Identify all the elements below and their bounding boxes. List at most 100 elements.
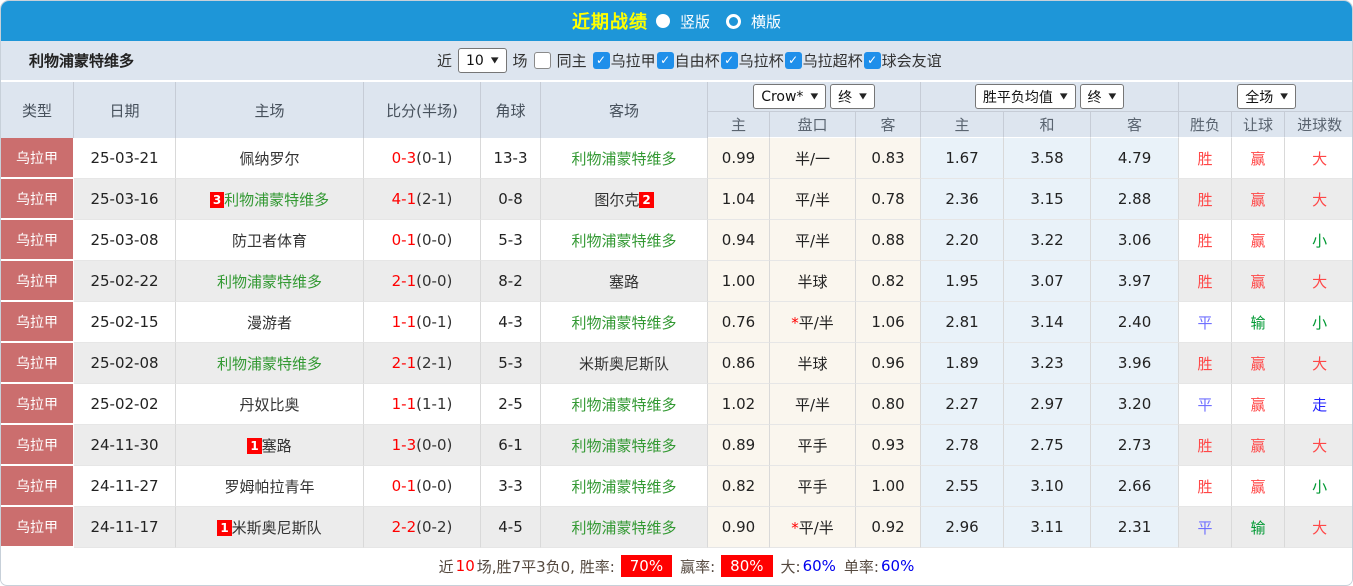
col-header-eu-away: 客 [1091,112,1180,138]
horizontal-layout-radio[interactable] [726,13,741,29]
near-label: 近 [437,52,453,70]
home-team-cell: 3 利物浦蒙特维多 [176,179,364,220]
red-card-badge: 2 [639,191,654,208]
goals-result-cell: 大 [1285,179,1352,220]
score-cell: 2-2(0-2) [364,507,481,548]
col-header-score: 比分(半场) [364,82,481,138]
full-time-score: 4-1 [391,190,417,208]
asia-home-odds-cell: 0.76 [708,302,770,343]
goals-result-cell: 走 [1285,384,1352,425]
eu-odds-group-header: 胜平负均值 ▼ 终 ▼ [921,82,1180,112]
chevron-down-icon: ▼ [859,92,867,101]
asia-odds-time-select[interactable]: 终 ▼ [830,84,875,109]
col-header-handicap: 盘口 [770,112,856,138]
result-cell: 胜 [1179,466,1233,507]
corners-cell: 8-2 [481,261,541,302]
handicap-result-cell: 赢 [1232,425,1286,466]
date-cell: 24-11-30 [74,425,176,466]
league-checkbox-1[interactable]: ✓ [656,52,674,69]
away-team-cell: 利物浦蒙特维多 [541,425,708,466]
league-checkbox-2[interactable]: ✓ [720,52,738,69]
date-cell: 24-11-17 [74,507,176,548]
eu-draw-odds-cell: 3.15 [1004,179,1092,220]
asia-home-odds-cell: 1.04 [708,179,770,220]
eu-home-odds-cell: 1.89 [921,343,1005,384]
team-name-text: 利物浦蒙特维多 [571,231,677,250]
eu-home-odds-cell: 2.81 [921,302,1005,343]
league-label-1: 自由杯 [674,52,720,70]
scope-select[interactable]: 全场 ▼ [1237,84,1296,109]
eu-away-odds-cell: 2.88 [1091,179,1180,220]
eu-odds-source-select[interactable]: 胜平负均值 ▼ [974,84,1076,109]
eu-home-odds-cell: 2.55 [921,466,1005,507]
league-checkbox-3[interactable]: ✓ [784,52,802,69]
match-row: 乌拉甲 25-03-16 3 利物浦蒙特维多 4-1(2-1) 0-8 图尔克 2 1.04 平/… [1,179,1352,220]
col-header-result: 胜负 [1179,112,1233,138]
team-name-text: 利物浦蒙特维多 [224,190,330,209]
match-row: 乌拉甲 24-11-27 罗姆帕拉青年 0-1(0-0) 3-3 利物浦蒙特维多 0.82 平… [1,466,1352,507]
full-time-score: 2-2 [391,518,417,536]
asia-away-odds-cell: 1.00 [856,466,922,507]
col-header-goals: 进球数 [1285,112,1352,138]
goals-result-cell: 大 [1285,343,1352,384]
filter-bar: 利物浦蒙特维多 近 10 ▼ 场 同主 ✓ 乌拉甲 ✓ 自由杯 ✓ 乌拉杯 ✓ 乌拉超杯 ✓ 球会友… [1,41,1352,82]
league-checkbox-4[interactable]: ✓ [863,52,881,69]
home-team-cell: 漫游者 [176,302,364,343]
red-card-badge: 3 [209,191,225,208]
team-name-text: 米斯奥尼斯队 [578,354,669,373]
score-cell: 1-3(0-0) [364,425,481,466]
panel-title: 近期战绩 [571,12,648,33]
league-cell: 乌拉甲 [1,507,74,548]
eu-odds-time-select[interactable]: 终 ▼ [1079,84,1125,109]
home-team-cell: 佩纳罗尔 [176,138,364,179]
league-cell: 乌拉甲 [1,220,74,261]
score-cell: 2-1(2-1) [364,343,481,384]
handicap-cell: 半/一 [770,138,856,179]
match-row: 乌拉甲 25-02-08 利物浦蒙特维多 2-1(2-1) 5-3 米斯奥尼斯队 0.86 半… [1,343,1352,384]
corners-cell: 13-3 [481,138,541,179]
match-row: 乌拉甲 25-03-08 防卫者体育 0-1(0-0) 5-3 利物浦蒙特维多 0.94 平/… [1,220,1352,261]
eu-away-odds-cell: 3.96 [1091,343,1180,384]
match-row: 乌拉甲 25-03-21 佩纳罗尔 0-3(0-1) 13-3 利物浦蒙特维多 0.99 半/… [1,138,1352,179]
full-time-score: 0-1 [391,231,417,249]
goals-result-cell: 大 [1285,261,1352,302]
asia-home-odds-cell: 0.99 [708,138,770,179]
eu-home-odds-cell: 2.78 [921,425,1005,466]
asia-odds-group-header: Crow* ▼ 终 ▼ [708,82,922,112]
half-time-score: (0-1) [416,313,453,331]
half-time-score: (2-1) [416,354,453,372]
match-row: 乌拉甲 25-02-15 漫游者 1-1(0-1) 4-3 利物浦蒙特维多 0.76 *平/半… [1,302,1352,343]
full-time-score: 1-1 [391,395,417,413]
summary-bar: 近 10 场,胜7平3负0, 胜率: 70% 赢率: 80% 大: 60% 单率: 60… [1,548,1352,584]
date-cell: 25-02-02 [74,384,176,425]
score-cell: 1-1(1-1) [364,384,481,425]
asia-away-odds-cell: 0.92 [856,507,922,548]
date-cell: 25-03-08 [74,220,176,261]
handicap-cell: 平手 [770,425,856,466]
score-cell: 1-1(0-1) [364,302,481,343]
same-home-checkbox[interactable] [533,52,551,69]
league-checkbox-0[interactable]: ✓ [592,52,610,69]
summary-near-label: 近 [438,557,454,576]
corners-cell: 4-3 [481,302,541,343]
vertical-layout-radio[interactable] [655,14,670,28]
team-name-text: 塞路 [261,436,292,455]
corners-cell: 4-5 [481,507,541,548]
date-cell: 24-11-27 [74,466,176,507]
corners-cell: 3-3 [481,466,541,507]
match-count-select[interactable]: 10 ▼ [458,48,507,73]
handicap-cell: 平/半 [770,179,856,220]
team-name-text: 漫游者 [246,313,292,332]
team-name-text: 利物浦蒙特维多 [571,395,677,414]
league-label-2: 乌拉杯 [738,52,784,70]
vertical-layout-label: 竖版 [679,12,710,31]
eu-draw-odds-cell: 3.10 [1004,466,1092,507]
away-team-cell: 利物浦蒙特维多 [541,384,708,425]
away-team-cell: 利物浦蒙特维多 [541,466,708,507]
handicap-result-cell: 输 [1232,507,1286,548]
half-time-score: (0-0) [416,477,453,495]
league-cell: 乌拉甲 [1,343,74,384]
league-label-3: 乌拉超杯 [802,52,863,70]
asia-odds-source-select[interactable]: Crow* ▼ [753,84,827,109]
goals-result-cell: 小 [1285,220,1352,261]
